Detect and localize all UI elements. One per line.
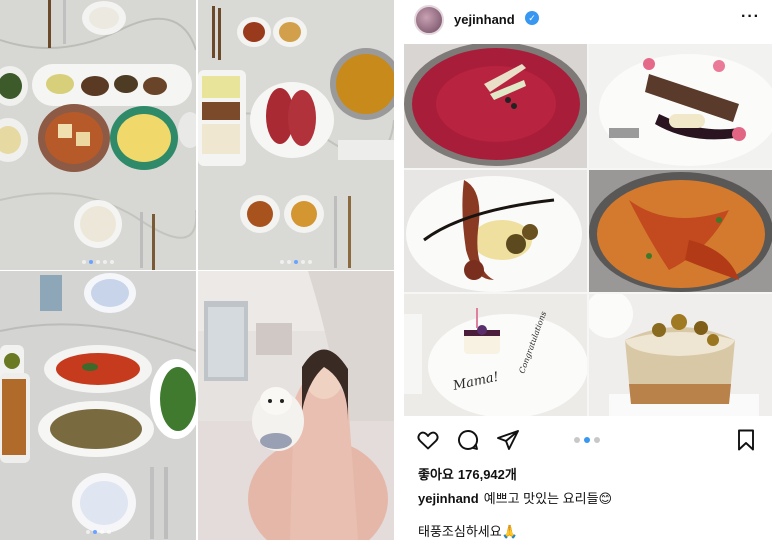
comment-icon[interactable] xyxy=(456,428,480,452)
photo-woman-with-dog[interactable] xyxy=(198,271,394,540)
tile-carousel-dots xyxy=(0,260,196,264)
korean-table-image xyxy=(0,0,196,270)
photo-red-risotto xyxy=(404,44,587,168)
tile-carousel-dots xyxy=(0,530,196,534)
photo-cake-plate: Mama! Congratulations xyxy=(404,294,587,416)
caption-line-2: 태풍조심하세요🙏 xyxy=(418,524,518,539)
caption-username[interactable]: yejinhand xyxy=(418,491,479,506)
bookmark-icon[interactable] xyxy=(734,428,758,452)
carousel-dots xyxy=(574,437,600,443)
italian-table-image xyxy=(0,271,196,540)
more-icon[interactable]: ··· xyxy=(741,8,760,26)
post-username[interactable]: yejinhand xyxy=(454,12,515,27)
likes-label: 좋아요 xyxy=(418,467,454,482)
photo-grid xyxy=(0,0,394,540)
likes-number: 176,942개 xyxy=(457,467,517,482)
instagram-post: yejinhand ✓ ··· Mama! Congratulations 좋아… xyxy=(404,0,772,540)
share-icon[interactable] xyxy=(496,428,520,452)
avatar[interactable] xyxy=(414,5,444,35)
photo-korean-table[interactable] xyxy=(0,0,196,270)
heart-icon[interactable] xyxy=(416,428,440,452)
woman-with-dog-image xyxy=(198,271,394,540)
post-actions xyxy=(404,426,772,456)
post-header: yejinhand ✓ ··· xyxy=(404,0,772,40)
hotpot-table-image xyxy=(198,0,394,270)
photo-hotpot-table[interactable] xyxy=(198,0,394,270)
post-caption: yejinhand 예쁘고 맛있는 요리들😊 xyxy=(418,488,758,507)
caption-text: 예쁘고 맛있는 요리들😊 xyxy=(483,491,613,506)
tile-carousel-dots xyxy=(198,260,394,264)
photo-octopus-dish xyxy=(404,170,587,292)
post-image-collage[interactable]: Mama! Congratulations xyxy=(404,44,772,416)
photo-layer-cake xyxy=(589,294,772,416)
verified-icon: ✓ xyxy=(525,11,539,25)
likes-count[interactable]: 좋아요 176,942개 xyxy=(418,464,517,483)
photo-lobster-paella xyxy=(589,170,772,292)
photo-steak-petals xyxy=(589,44,772,168)
photo-italian-table[interactable] xyxy=(0,271,196,540)
